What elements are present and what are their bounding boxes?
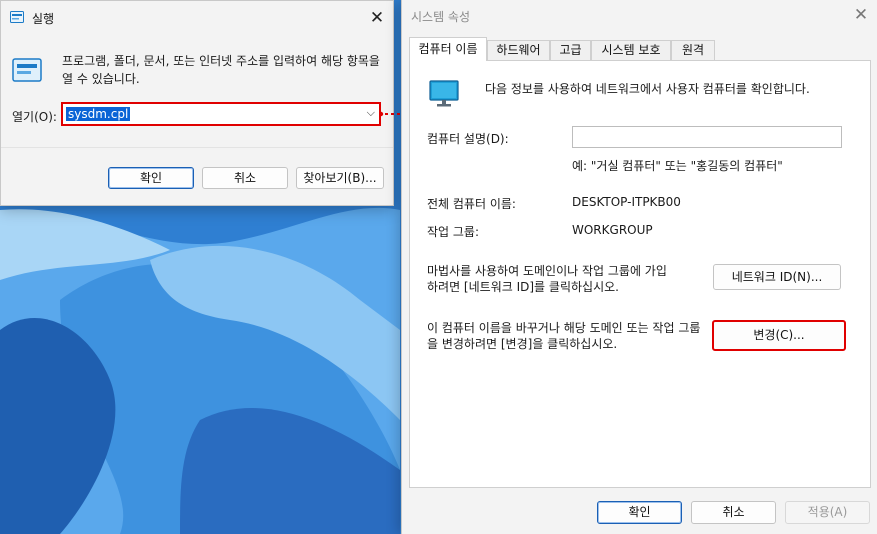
run-cancel-button[interactable]: 취소: [202, 167, 288, 189]
network-id-button[interactable]: 네트워크 ID(N)...: [713, 264, 841, 290]
tab-computer-name[interactable]: 컴퓨터 이름: [409, 37, 487, 61]
network-id-text: 마법사를 사용하여 도메인이나 작업 그룹에 가입하려면 [네트워크 ID]를 …: [427, 264, 667, 294]
run-footer: 확인 취소 찾아보기(B)...: [1, 147, 393, 205]
sys-cancel-button[interactable]: 취소: [691, 501, 776, 524]
run-program-icon: [12, 58, 42, 82]
open-label: 열기(O):: [12, 110, 57, 124]
computer-name-panel: 다음 정보를 사용하여 네트워크에서 사용자 컴퓨터를 확인합니다. 컴퓨터 설…: [409, 60, 871, 488]
tab-advanced[interactable]: 고급: [550, 40, 591, 60]
description-example: 예: "거실 컴퓨터" 또는 "홍길동의 컴퓨터": [572, 159, 783, 173]
tab-system-protection[interactable]: 시스템 보호: [591, 40, 671, 60]
chevron-down-icon[interactable]: ⌵: [367, 106, 375, 120]
system-properties-dialog: 시스템 속성 ✕ 컴퓨터 이름 하드웨어 고급 시스템 보호 원격 다음 정보를…: [401, 0, 877, 534]
intro-text: 다음 정보를 사용하여 네트워크에서 사용자 컴퓨터를 확인합니다.: [485, 82, 810, 96]
run-dialog: 실행 ✕ 프로그램, 폴더, 문서, 또는 인터넷 주소를 입력하여 해당 항목…: [0, 0, 394, 206]
run-titlebar[interactable]: 실행 ✕: [1, 1, 393, 35]
monitor-icon: [429, 80, 459, 107]
run-ok-button[interactable]: 확인: [108, 167, 194, 189]
description-label: 컴퓨터 설명(D):: [427, 132, 509, 146]
workgroup-label: 작업 그룹:: [427, 225, 480, 239]
run-close-button[interactable]: ✕: [367, 8, 387, 28]
run-app-icon: [10, 11, 24, 23]
full-name-label: 전체 컴퓨터 이름:: [427, 197, 516, 211]
rename-text: 이 컴퓨터 이름을 바꾸거나 해당 도메인 또는 작업 그룹을 변경하려면 [변…: [427, 321, 701, 351]
sys-title: 시스템 속성: [411, 10, 471, 24]
tab-remote[interactable]: 원격: [671, 40, 715, 60]
sys-close-button[interactable]: ✕: [851, 5, 871, 25]
close-icon: ✕: [853, 5, 869, 25]
run-description: 프로그램, 폴더, 문서, 또는 인터넷 주소를 입력하여 해당 항목을 열 수…: [62, 54, 380, 86]
tab-hardware[interactable]: 하드웨어: [487, 40, 550, 60]
open-input-value[interactable]: sysdm.cpl: [66, 107, 131, 121]
close-icon: ✕: [369, 8, 385, 28]
open-combobox[interactable]: sysdm.cpl ⌵: [61, 102, 381, 126]
full-name-value: DESKTOP-ITPKB00: [572, 195, 681, 209]
sys-apply-button[interactable]: 적용(A): [785, 501, 870, 524]
computer-description-input[interactable]: [572, 126, 842, 148]
sys-ok-button[interactable]: 확인: [597, 501, 682, 524]
change-button[interactable]: 변경(C)...: [712, 320, 846, 351]
workgroup-value: WORKGROUP: [572, 223, 653, 237]
browse-button[interactable]: 찾아보기(B)...: [296, 167, 384, 189]
run-title: 실행: [32, 12, 55, 26]
